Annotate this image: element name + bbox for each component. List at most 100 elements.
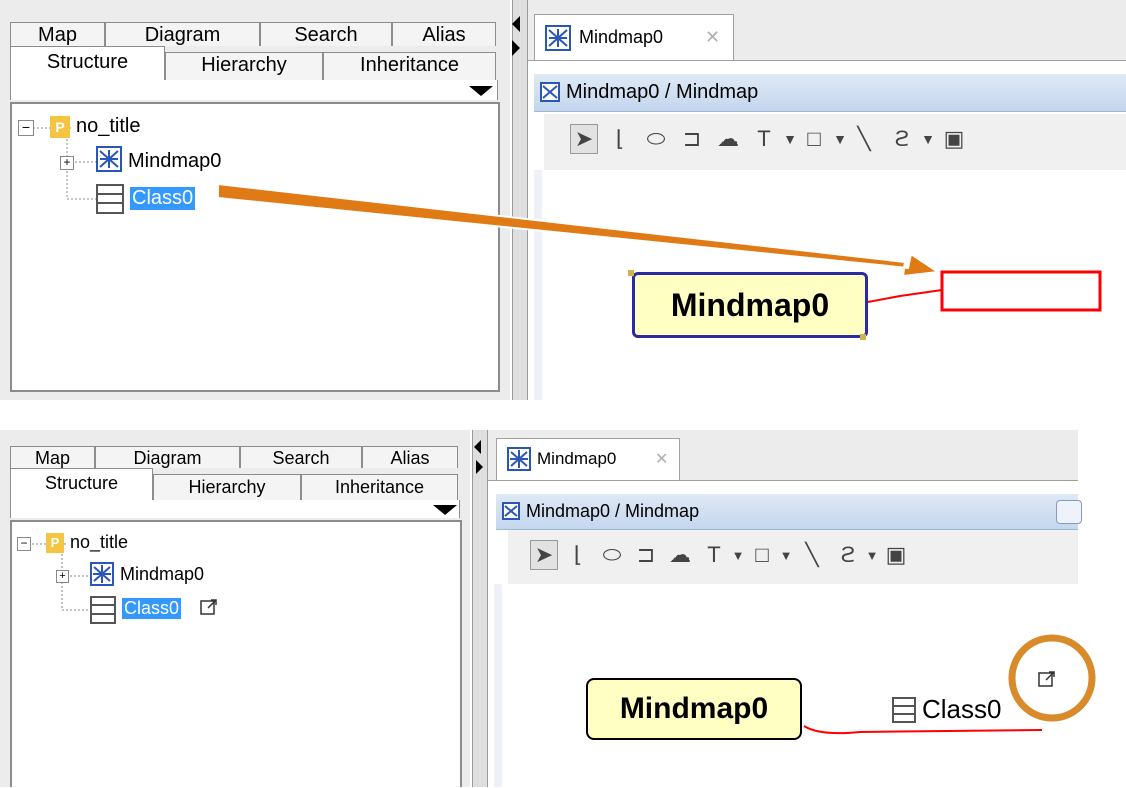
tree-mindmap-label[interactable]: Mindmap0 bbox=[128, 150, 221, 173]
top-splitter[interactable] bbox=[512, 0, 528, 400]
bottom-splitter-right-arrow-icon[interactable] bbox=[476, 460, 483, 474]
bottom-select-tool-icon[interactable]: ➤ bbox=[530, 540, 558, 570]
bottom-tab-alias[interactable]: Alias bbox=[362, 446, 458, 468]
bottom-tab-diagram-label: Diagram bbox=[133, 448, 202, 468]
tab-inheritance-label: Inheritance bbox=[360, 54, 459, 76]
tree-toolbar bbox=[10, 80, 498, 100]
class-icon bbox=[96, 184, 124, 214]
text-tool-icon[interactable]: T bbox=[750, 124, 778, 154]
image-tool-icon[interactable]: ▣ bbox=[940, 124, 968, 154]
bottom-connector-tool-icon[interactable]: ⌊ bbox=[564, 540, 592, 570]
bottom-mindmap-icon bbox=[90, 562, 114, 586]
tab-structure[interactable]: Structure bbox=[10, 46, 165, 80]
bottom-tab-diagram[interactable]: Diagram bbox=[95, 446, 240, 468]
bottom-mindmap-topic-label: Mindmap0 bbox=[619, 692, 769, 725]
minimize-view-button[interactable] bbox=[1056, 500, 1082, 524]
tab-search-label: Search bbox=[294, 24, 358, 46]
tab-hierarchy[interactable]: Hierarchy bbox=[165, 52, 323, 80]
tab-inheritance[interactable]: Inheritance bbox=[323, 52, 496, 80]
bottom-splitter-left-arrow-icon[interactable] bbox=[474, 440, 481, 454]
bottom-bracket-tool-icon[interactable]: ⊐ bbox=[632, 540, 660, 570]
bottom-tab-map-label: Map bbox=[34, 448, 70, 468]
bottom-tab-alias-label: Alias bbox=[390, 448, 430, 468]
bottom-cloud-tool-icon[interactable]: ☁ bbox=[666, 540, 694, 570]
bottom-tree-class-label[interactable]: Class0 bbox=[122, 598, 182, 619]
rectangle-tool-icon[interactable]: □ bbox=[800, 124, 828, 154]
tree-class-label[interactable]: Class0 bbox=[130, 187, 196, 210]
mindmap-icon bbox=[96, 146, 122, 172]
bottom-model-browser: Map Diagram Search Alias Structure Hiera… bbox=[0, 430, 470, 787]
tab-alias[interactable]: Alias bbox=[392, 22, 496, 46]
editor-tab-label: Mindmap0 bbox=[579, 27, 664, 47]
expand-icon[interactable]: + bbox=[60, 156, 74, 170]
bottom-editor-tab-label: Mindmap0 bbox=[537, 449, 617, 468]
bottom-editor-tab-mindmap-icon bbox=[507, 447, 531, 476]
tree-root-label[interactable]: no_title bbox=[76, 115, 141, 138]
tab-search[interactable]: Search bbox=[260, 22, 392, 46]
connector-tool-icon[interactable]: ⌊ bbox=[606, 124, 634, 154]
freehand-dropdown-icon[interactable]: ▼ bbox=[914, 124, 942, 154]
bottom-diagram-toolbar: ➤ ⌊ ⬭ ⊐ ☁ T ▼ □ ▼ ╲ ϩ ▼ ▣ bbox=[508, 530, 1078, 584]
bottom-structure-tree[interactable]: − P no_title + Mindmap0 Class0 bbox=[10, 520, 462, 787]
bottom-line-tool-icon[interactable]: ╲ bbox=[798, 540, 826, 570]
bottom-tab-search-label: Search bbox=[272, 448, 330, 468]
external-link-icon[interactable] bbox=[200, 598, 218, 621]
project-icon: P bbox=[50, 116, 70, 138]
top-panel: Map Diagram Search Alias Structure Hiera… bbox=[0, 0, 1126, 401]
breadcrumb-mindmap-icon bbox=[540, 82, 560, 108]
bottom-panel: Map Diagram Search Alias Structure Hiera… bbox=[0, 430, 1126, 788]
bottom-editor-tab[interactable]: Mindmap0 ✕ bbox=[496, 438, 680, 480]
bottom-breadcrumb-mindmap-icon bbox=[502, 502, 520, 525]
bottom-tab-structure[interactable]: Structure bbox=[10, 468, 153, 500]
select-tool-icon[interactable]: ➤ bbox=[570, 124, 598, 154]
bottom-expand-icon[interactable]: + bbox=[56, 570, 69, 583]
tab-diagram-label: Diagram bbox=[144, 24, 221, 46]
bottom-rectangle-dropdown-icon[interactable]: ▼ bbox=[772, 540, 800, 570]
linked-class-label: Class0 bbox=[922, 694, 1002, 724]
splitter-right-arrow-icon[interactable] bbox=[512, 40, 520, 56]
bottom-splitter[interactable] bbox=[472, 430, 488, 787]
ellipse-tool-icon[interactable]: ⬭ bbox=[642, 124, 670, 154]
line-tool-icon[interactable]: ╲ bbox=[850, 124, 878, 154]
bottom-image-tool-icon[interactable]: ▣ bbox=[882, 540, 910, 570]
tab-map[interactable]: Map bbox=[10, 22, 105, 46]
splitter-left-arrow-icon[interactable] bbox=[512, 16, 520, 32]
collapse-icon[interactable]: − bbox=[18, 120, 34, 136]
bracket-tool-icon[interactable]: ⊐ bbox=[678, 124, 706, 154]
dropdown-arrow-icon[interactable] bbox=[469, 86, 493, 96]
bottom-tab-hierarchy[interactable]: Hierarchy bbox=[153, 474, 301, 500]
bottom-tab-inheritance-label: Inheritance bbox=[334, 477, 425, 497]
left-scroll-gutter bbox=[534, 170, 542, 400]
tab-map-label: Map bbox=[38, 24, 77, 46]
tab-hierarchy-label: Hierarchy bbox=[201, 54, 287, 76]
bottom-tree-mindmap-label[interactable]: Mindmap0 bbox=[120, 564, 204, 585]
tab-diagram[interactable]: Diagram bbox=[105, 22, 260, 46]
bottom-mindmap-topic[interactable]: Mindmap0 bbox=[586, 678, 802, 740]
bottom-tab-search[interactable]: Search bbox=[240, 446, 362, 468]
tab-structure-label: Structure bbox=[46, 51, 129, 73]
cloud-tool-icon[interactable]: ☁ bbox=[714, 124, 742, 154]
bottom-tab-structure-label: Structure bbox=[44, 473, 119, 493]
editor-tab[interactable]: Mindmap0 ✕ bbox=[534, 14, 734, 60]
top-model-browser: Map Diagram Search Alias Structure Hiera… bbox=[0, 0, 510, 400]
bottom-class-icon bbox=[90, 596, 116, 624]
bottom-tab-hierarchy-label: Hierarchy bbox=[188, 477, 266, 497]
bottom-breadcrumb-bar: Mindmap0 / Mindmap bbox=[496, 494, 1082, 530]
bottom-collapse-icon[interactable]: − bbox=[17, 537, 31, 551]
bottom-left-scroll-gutter bbox=[494, 584, 502, 787]
bottom-tree-root-label[interactable]: no_title bbox=[70, 532, 128, 553]
bottom-ellipse-tool-icon[interactable]: ⬭ bbox=[598, 540, 626, 570]
bottom-tab-inheritance[interactable]: Inheritance bbox=[301, 474, 458, 500]
freehand-tool-icon[interactable]: ϩ bbox=[888, 124, 916, 154]
mindmap-topic-label: Mindmap0 bbox=[670, 286, 830, 323]
structure-tree[interactable]: − P no_title + Mindmap0 Class0 bbox=[10, 102, 500, 392]
bottom-tab-map[interactable]: Map bbox=[10, 446, 95, 468]
linked-external-icon[interactable] bbox=[1038, 670, 1056, 693]
close-icon[interactable]: ✕ bbox=[705, 27, 720, 48]
linked-class-node[interactable]: Class0 bbox=[892, 694, 1001, 725]
bottom-close-icon[interactable]: ✕ bbox=[655, 449, 668, 469]
tab-alias-label: Alias bbox=[422, 24, 466, 46]
bottom-dropdown-arrow-icon[interactable] bbox=[433, 505, 457, 515]
mindmap-topic[interactable]: Mindmap0 bbox=[632, 272, 868, 338]
bottom-breadcrumb: Mindmap0 / Mindmap bbox=[526, 501, 700, 521]
